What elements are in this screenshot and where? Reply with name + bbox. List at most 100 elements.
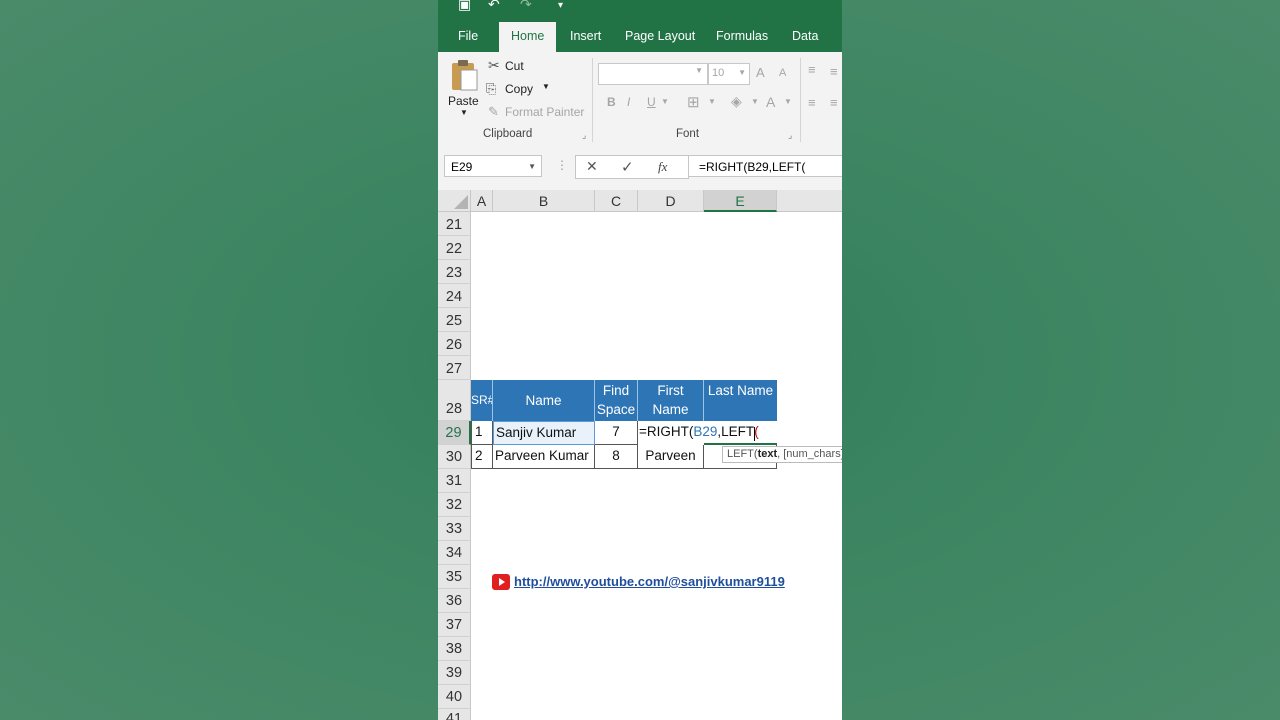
font-color-button[interactable]: A [766,94,775,110]
formula-bar-grip-icon: ⋮ [556,158,568,172]
font-launcher-icon[interactable]: ⌟ [788,130,792,141]
select-all-corner[interactable] [438,190,471,212]
font-name-combo[interactable]: ▼ [598,63,708,85]
table-cell-sr[interactable]: 2 [471,445,493,469]
tab-formulas[interactable]: Formulas [716,18,768,52]
table-cell-sr[interactable]: 1 [471,421,493,445]
column-header-b[interactable]: B [493,190,595,212]
tab-insert[interactable]: Insert [570,18,601,52]
paste-label: Paste [448,94,479,108]
ribbon-separator [800,58,801,142]
grow-font-button[interactable]: A [756,65,765,80]
customize-qat-icon[interactable]: ▾ [558,0,563,11]
column-header-d[interactable]: D [638,190,704,212]
underline-dropdown-icon[interactable]: ▼ [661,97,669,106]
column-header-e[interactable]: E [704,190,777,212]
bold-button[interactable]: B [607,95,616,109]
copy-icon: ⎘ [486,81,497,96]
clipboard-launcher-icon[interactable]: ⌟ [582,130,586,141]
fill-color-dropdown-icon[interactable]: ▼ [751,97,759,106]
row-header-38[interactable]: 38 [438,637,471,661]
borders-dropdown-icon[interactable]: ▼ [708,97,716,106]
tab-home[interactable]: Home [499,22,557,52]
tab-page-layout[interactable]: Page Layout [625,18,695,52]
row-header-40[interactable]: 40 [438,685,471,709]
tab-file[interactable]: File [458,18,478,52]
row-header-24[interactable]: 24 [438,284,471,308]
italic-button[interactable]: I [627,95,630,109]
undo-icon[interactable]: ↶ [488,0,500,13]
cut-button[interactable]: Cut [505,59,524,73]
youtube-icon [492,574,510,590]
quick-access-toolbar: ▣ ↶ ↷ ▾ [438,0,842,18]
row-header-30[interactable]: 30 [438,445,471,469]
row-header-22[interactable]: 22 [438,236,471,260]
borders-icon[interactable]: ⊞ [687,93,700,111]
table-cell-find-space[interactable]: 7 [595,421,638,445]
row-header-37[interactable]: 37 [438,613,471,637]
table-header-find-space[interactable]: Find Space [595,380,638,421]
select-all-icon [454,195,468,209]
table-cell-name[interactable]: Parveen Kumar [493,445,595,469]
table-header-first-name[interactable]: First Name [638,380,704,421]
format-painter-button[interactable]: Format Painter [505,105,584,119]
ribbon-home: Paste ▼ ✂ Cut ⎘ Copy ▼ ✎ Format Painter … [438,52,842,145]
youtube-link[interactable]: http://www.youtube.com/@sanjivkumar9119 [514,574,785,589]
row-header-39[interactable]: 39 [438,661,471,685]
align-left-icon[interactable]: ≡ [808,95,816,110]
row-header-36[interactable]: 36 [438,589,471,613]
ribbon-separator [592,58,593,142]
name-box[interactable]: E29 ▼ [444,155,542,177]
cancel-button[interactable]: ✕ [586,158,598,175]
row-header-35[interactable]: 35 [438,565,471,589]
table-cell-first-name[interactable]: Parveen [638,445,704,469]
row-header-21[interactable]: 21 [438,212,471,236]
format-painter-icon: ✎ [488,104,499,119]
enter-button[interactable]: ✓ [621,158,634,176]
font-color-dropdown-icon[interactable]: ▼ [784,97,792,106]
column-header-a[interactable]: A [471,190,493,212]
shrink-font-button[interactable]: A [779,67,786,79]
align-middle-icon[interactable]: ≡ [830,64,838,79]
font-size-combo[interactable]: 10 ▼ [708,63,750,85]
row-header-25[interactable]: 25 [438,308,471,332]
clipboard-group-label: Clipboard [483,128,533,140]
formula-input[interactable]: =RIGHT(B29,LEFT( [688,155,842,177]
fill-color-icon[interactable]: ◈ [731,93,742,110]
row-header-28[interactable]: 28 [438,380,471,421]
row-header-26[interactable]: 26 [438,332,471,356]
row-header-41[interactable]: 41 [438,709,471,720]
table-header-name[interactable]: Name [493,380,595,421]
row-header-31[interactable]: 31 [438,469,471,493]
row-header-32[interactable]: 32 [438,493,471,517]
row-header-34[interactable]: 34 [438,541,471,565]
row-header-27[interactable]: 27 [438,356,471,380]
formula-buttons: ✕ ✓ fx [575,155,689,179]
underline-button[interactable]: U [647,95,656,109]
align-center-icon[interactable]: ≡ [830,95,838,110]
row-header-23[interactable]: 23 [438,260,471,284]
tab-data[interactable]: Data [792,18,818,52]
row-header-29[interactable]: 29 [438,421,471,445]
save-icon[interactable]: ▣ [458,0,471,13]
table-header-last-name[interactable]: Last Name [704,380,777,421]
row-header-33[interactable]: 33 [438,517,471,541]
column-header-f[interactable] [777,190,842,212]
name-box-value: E29 [451,160,473,174]
copy-button[interactable]: Copy [505,82,533,96]
active-cell-formula-edit[interactable]: =RIGHT(B29,LEFT( [638,421,776,445]
copy-dropdown-icon[interactable]: ▼ [542,82,550,91]
font-size-value: 10 [712,67,725,79]
function-tooltip: LEFT(text, [num_chars]) [722,446,842,463]
align-top-icon[interactable]: ≡ [808,62,816,77]
column-header-c[interactable]: C [595,190,638,212]
text-cursor [754,427,755,441]
paste-button[interactable]: Paste ▼ [446,58,480,118]
table-cell-name[interactable]: Sanjiv Kumar [493,421,595,445]
table-header-sr[interactable]: SR# [471,380,493,421]
insert-function-button[interactable]: fx [658,159,667,175]
redo-icon[interactable]: ↷ [520,0,532,13]
table-cell-find-space[interactable]: 8 [595,445,638,469]
paste-dropdown-icon[interactable]: ▼ [460,108,468,117]
cut-icon: ✂ [488,57,500,73]
